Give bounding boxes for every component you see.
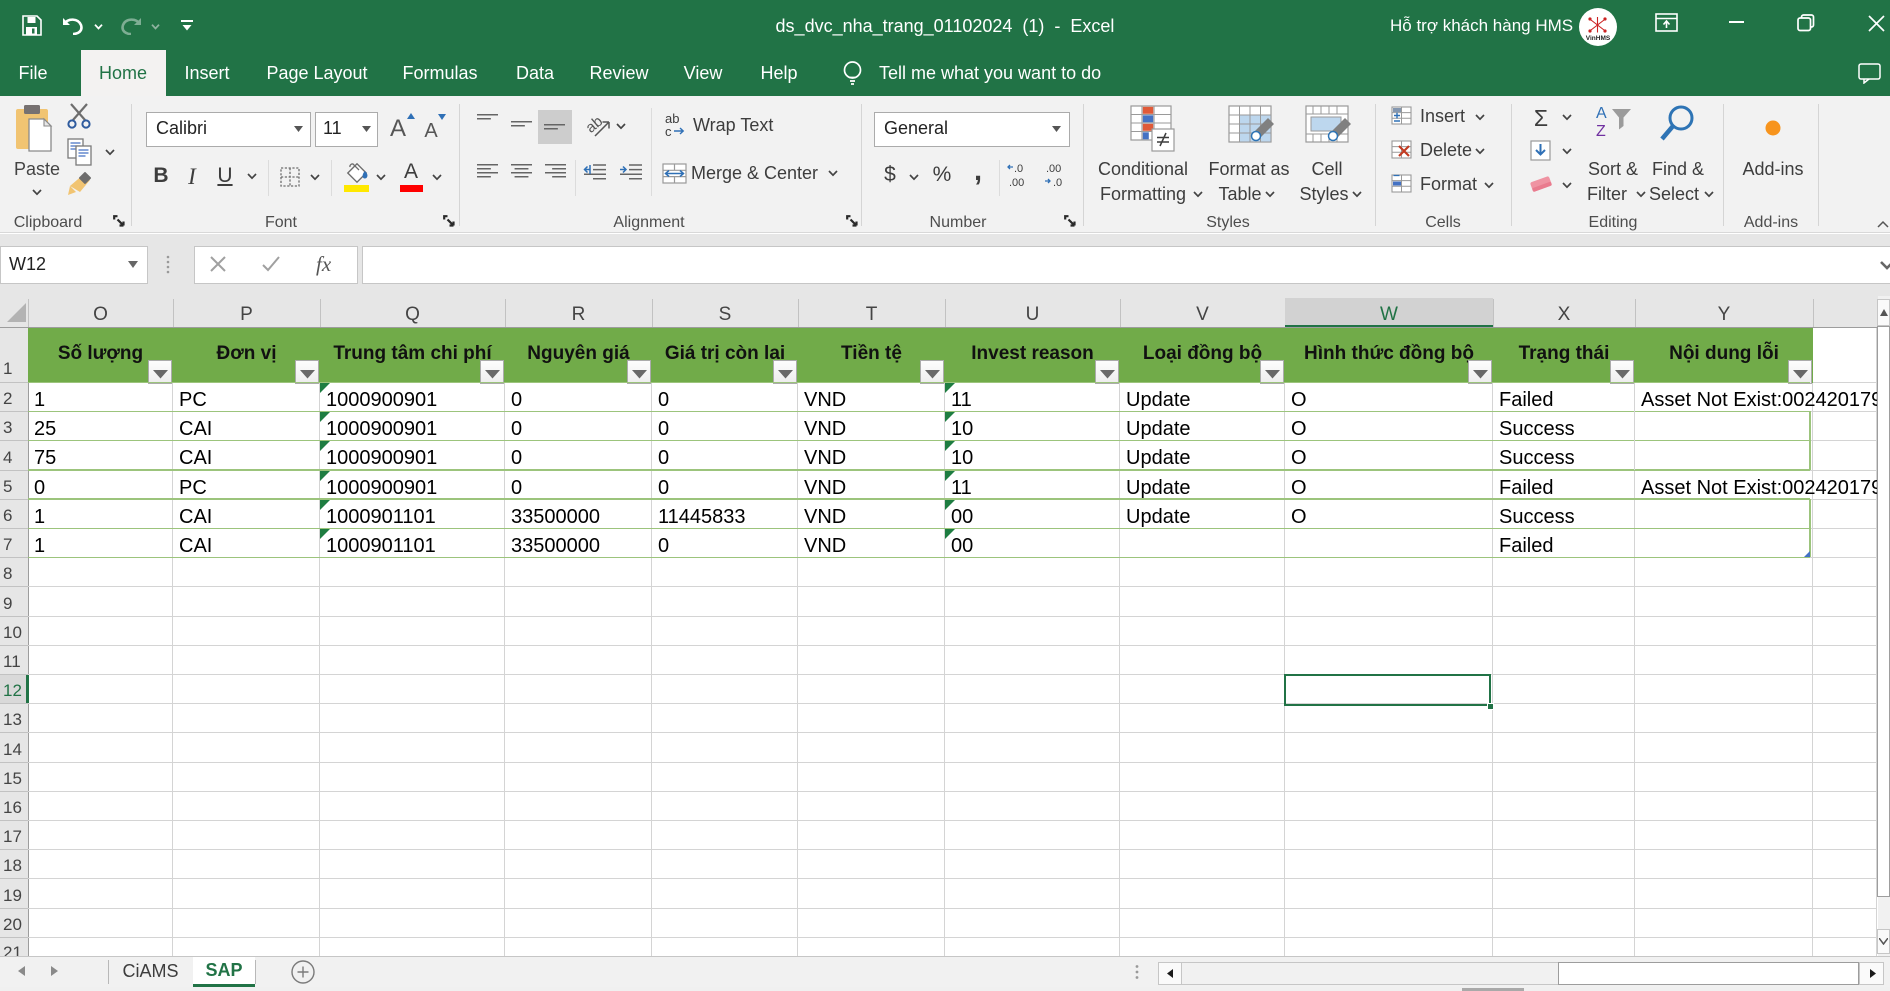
svg-text:VinHMS: VinHMS — [1586, 35, 1611, 42]
svg-text:.0: .0 — [1014, 163, 1023, 175]
svg-text:Z: Z — [1596, 123, 1606, 140]
svg-text:.00: .00 — [1009, 177, 1024, 188]
svg-text:A: A — [1596, 105, 1607, 122]
svg-text:c: c — [665, 124, 672, 138]
svg-text:ab: ab — [585, 113, 606, 137]
svg-text:.00: .00 — [1046, 163, 1061, 175]
svg-text:.0: .0 — [1053, 177, 1062, 188]
